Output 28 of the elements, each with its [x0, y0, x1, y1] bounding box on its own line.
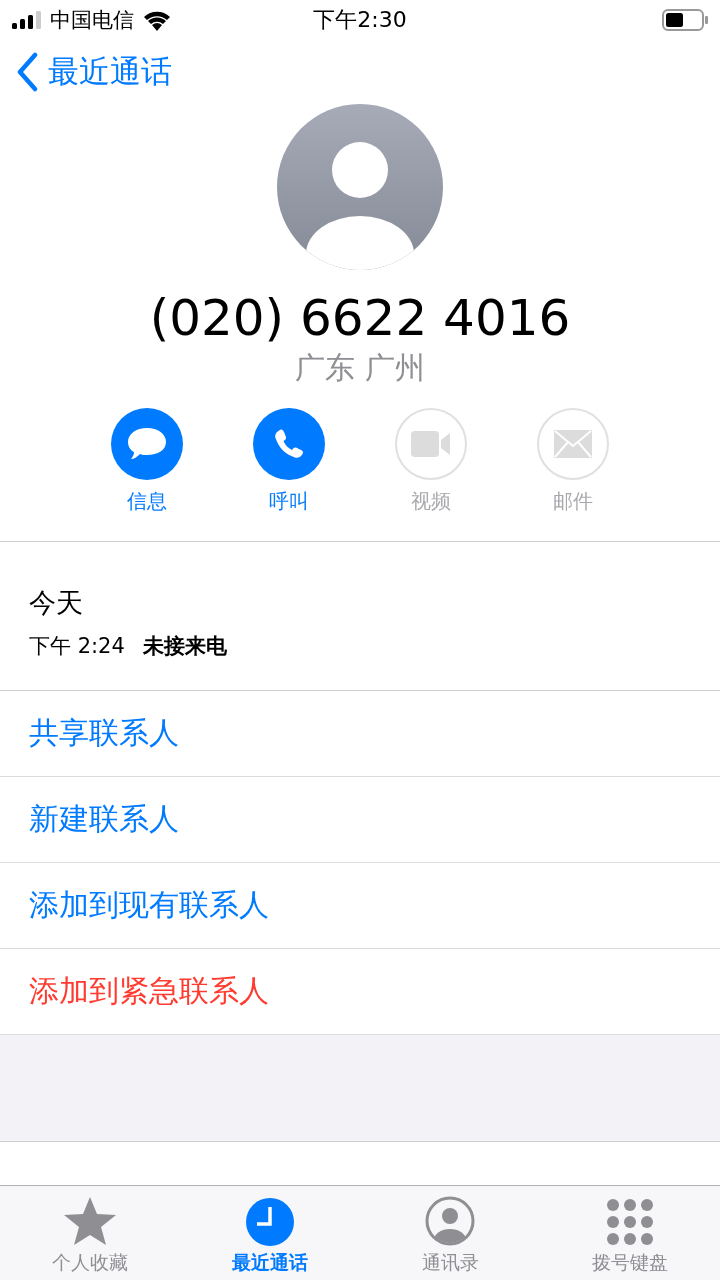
video-camera-icon [411, 431, 451, 457]
recents-tab[interactable]: 最近通话 [205, 1186, 335, 1280]
envelope-icon [554, 430, 592, 458]
person-circle-icon [425, 1196, 475, 1246]
chevron-left-icon [16, 52, 38, 92]
call-type: 未接来电 [142, 633, 227, 660]
option-item[interactable]: 添加到现有联系人 [0, 863, 720, 949]
back-button[interactable]: 最近通话 [16, 51, 172, 93]
favorites-tab[interactable]: 个人收藏 [25, 1186, 155, 1280]
keypad-tab[interactable]: 拨号键盘 [565, 1186, 695, 1280]
speech-bubble-icon [127, 426, 167, 462]
signal-icon [12, 11, 42, 29]
keypad-icon [606, 1198, 654, 1246]
battery-icon [662, 9, 708, 31]
star-icon [63, 1196, 117, 1246]
phone-number: (020) 6622 4016 [149, 288, 571, 348]
option-item[interactable]: 新建联系人 [0, 777, 720, 863]
call-time: 下午 2:24 [29, 633, 125, 660]
status-time: 下午2:30 [313, 6, 407, 34]
location-label: 广东 广州 [295, 349, 425, 387]
avatar-icon [277, 104, 443, 270]
phone-icon [273, 428, 305, 460]
log-day: 今天 [29, 584, 720, 622]
clock-icon [246, 1198, 294, 1246]
carrier-name: 中国电信 [50, 7, 134, 34]
option-item[interactable]: 共享联系人 [0, 691, 720, 777]
wifi-icon [142, 9, 172, 31]
contacts-tab[interactable]: 通讯录 [385, 1186, 515, 1280]
